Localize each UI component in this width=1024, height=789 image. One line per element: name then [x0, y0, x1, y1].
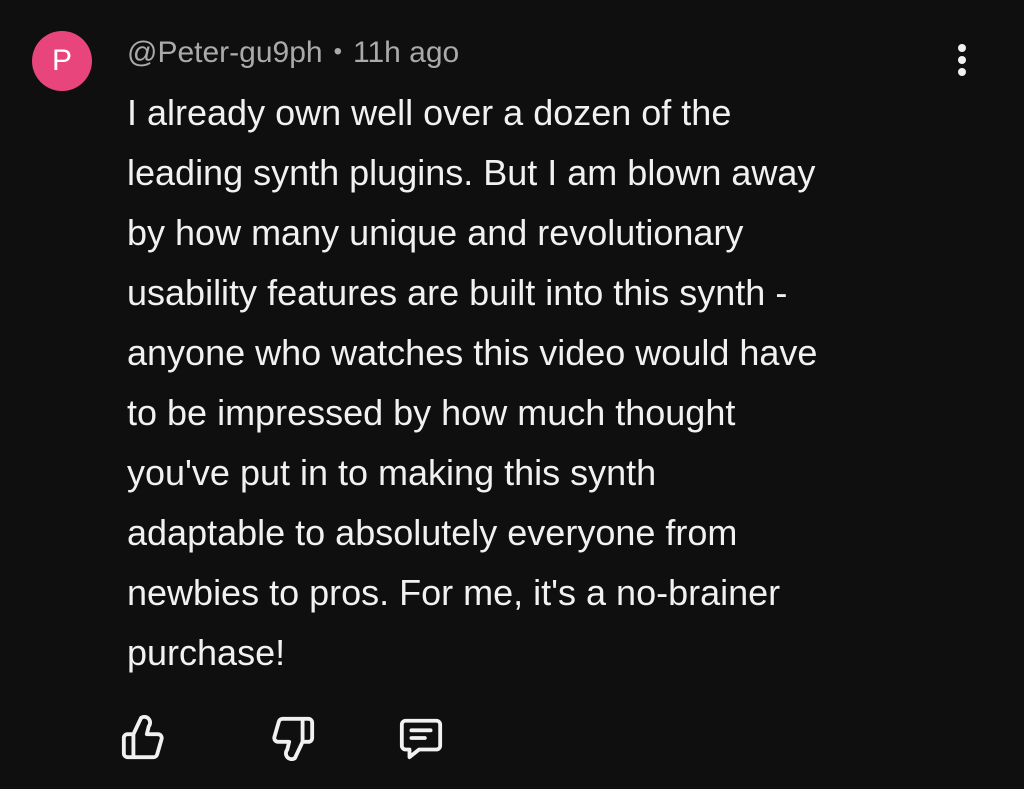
dislike-button[interactable]: [267, 712, 319, 764]
more-vertical-icon: [958, 44, 966, 76]
comment-meta: @Peter-gu9ph • 11h ago: [127, 33, 459, 73]
like-button[interactable]: [117, 712, 169, 764]
thumbs-down-icon: [272, 716, 315, 761]
thumbs-up-icon: [121, 715, 164, 760]
avatar[interactable]: P: [32, 31, 92, 91]
more-options-button[interactable]: [944, 38, 980, 82]
reply-button[interactable]: [395, 712, 447, 764]
meta-separator: •: [333, 38, 342, 65]
comment-icon: [399, 718, 443, 760]
comment-card: P @Peter-gu9ph • 11h ago I already own w…: [0, 0, 1024, 789]
comment-text: I already own well over a dozen of the l…: [127, 92, 818, 673]
author-name[interactable]: @Peter-gu9ph: [127, 36, 323, 70]
comment-timestamp[interactable]: 11h ago: [353, 36, 459, 70]
